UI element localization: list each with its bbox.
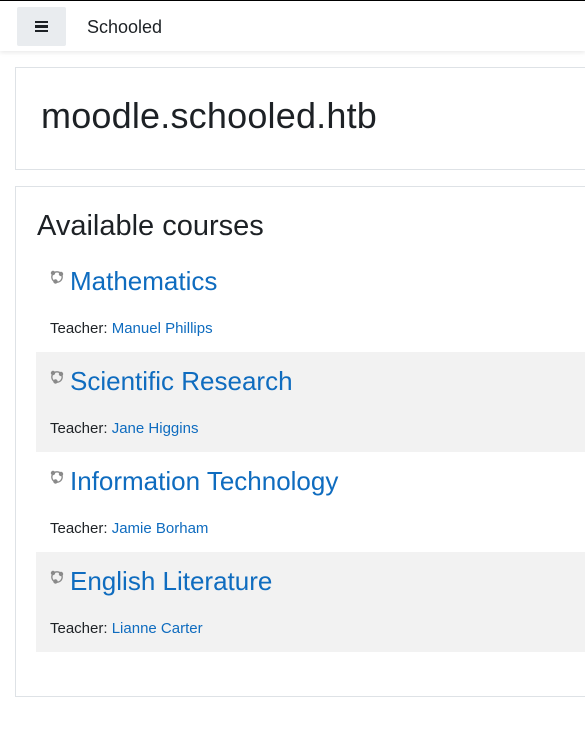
teacher-link[interactable]: Lianne Carter [112, 620, 203, 637]
teacher-label: Teacher: [50, 520, 108, 537]
hamburger-icon [35, 21, 48, 32]
teacher-info: Teacher: Jane Higgins [50, 420, 198, 437]
course-item: Mathematics Teacher: Manuel Phillips [36, 252, 585, 352]
teacher-link[interactable]: Manuel Phillips [112, 320, 213, 337]
teacher-label: Teacher: [50, 620, 108, 637]
teacher-info: Teacher: Manuel Phillips [50, 320, 213, 337]
course-item: English Literature Teacher: Lianne Carte… [36, 552, 585, 652]
course-icon [50, 270, 64, 284]
section-heading: Available courses [37, 210, 264, 242]
course-icon [50, 570, 64, 584]
course-list: Mathematics Teacher: Manuel Phillips Sci… [36, 252, 585, 652]
course-icon [50, 470, 64, 484]
teacher-label: Teacher: [50, 420, 108, 437]
teacher-info: Teacher: Lianne Carter [50, 620, 203, 637]
navbar: Schooled [0, 0, 585, 51]
teacher-label: Teacher: [50, 320, 108, 337]
course-link[interactable]: Information Technology [70, 466, 338, 497]
site-name[interactable]: Schooled [87, 17, 162, 38]
course-item: Scientific Research Teacher: Jane Higgin… [36, 352, 585, 452]
teacher-link[interactable]: Jane Higgins [112, 420, 199, 437]
page-title: moodle.schooled.htb [41, 95, 378, 136]
menu-toggle-button[interactable] [17, 7, 66, 46]
course-link[interactable]: English Literature [70, 566, 272, 597]
course-item: Information Technology Teacher: Jamie Bo… [36, 452, 585, 552]
page-header: moodle.schooled.htb [15, 67, 585, 170]
teacher-link[interactable]: Jamie Borham [112, 520, 209, 537]
course-icon [50, 370, 64, 384]
course-link[interactable]: Mathematics [70, 266, 217, 297]
course-link[interactable]: Scientific Research [70, 366, 293, 397]
available-courses-section: Available courses Mathematics Teacher: M… [15, 186, 585, 697]
teacher-info: Teacher: Jamie Borham [50, 520, 208, 537]
